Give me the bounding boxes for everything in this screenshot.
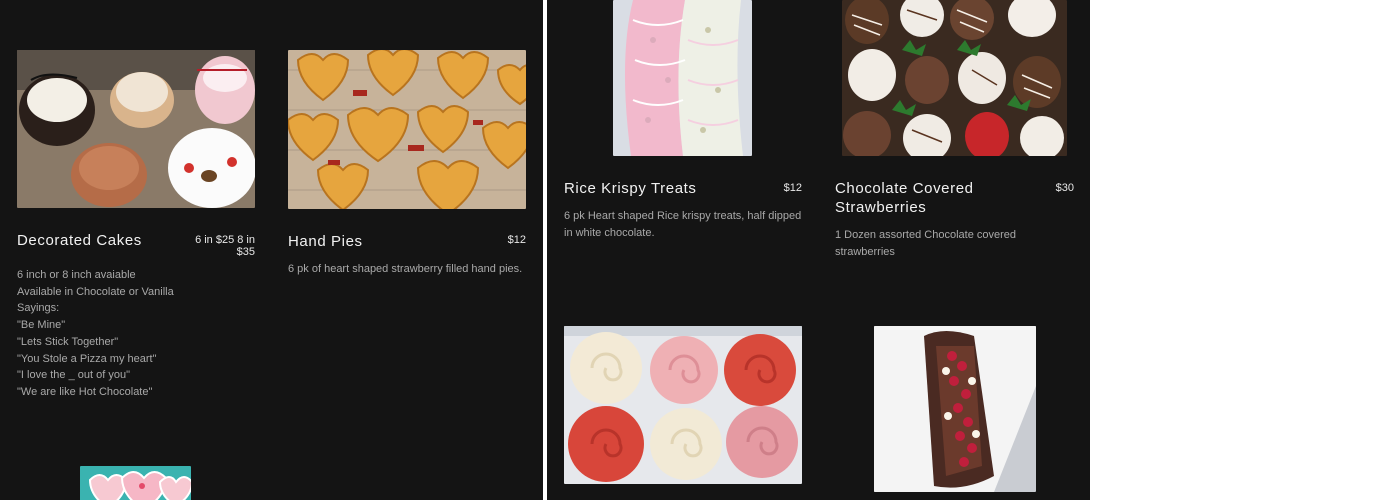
hand-pies-image[interactable] xyxy=(288,50,526,209)
rice-krispy-treats-image[interactable] xyxy=(613,0,752,156)
rice-krispy-treats-description: 6 pk Heart shaped Rice krispy treats, ha… xyxy=(564,210,802,239)
menu-item-chocolate-covered-strawberries[interactable]: Chocolate Covered Strawberries $30 1 Doz… xyxy=(819,0,1089,300)
chocolate-strawberries-title: Chocolate Covered Strawberries xyxy=(835,180,974,216)
decorated-cakes-price: 6 in $25 8 in $35 xyxy=(195,234,255,258)
decorated-cakes-image[interactable] xyxy=(17,50,255,208)
decorated-cakes-title: Decorated Cakes xyxy=(17,232,142,249)
heart-cookies-image[interactable] xyxy=(80,466,191,500)
hand-pies-description: 6 pk of heart shaped strawberry filled h… xyxy=(288,263,523,275)
menu-item-rice-krispy-treats[interactable]: Rice Krispy Treats $12 6 pk Heart shaped… xyxy=(547,0,817,300)
chocolate-strawberries-description: 1 Dozen assorted Chocolate covered straw… xyxy=(835,229,1016,258)
hand-pies-price: $12 xyxy=(507,234,526,246)
menu-panel-left: Decorated Cakes 6 in $25 8 in $35 6 inch… xyxy=(0,0,543,500)
decorated-cakes-description: 6 inch or 8 inch avaiable Available in C… xyxy=(17,269,174,398)
rice-krispy-treats-price: $12 xyxy=(783,182,802,194)
rice-krispy-treats-title: Rice Krispy Treats xyxy=(564,180,697,197)
menu-item-hand-pies[interactable]: Hand Pies $12 6 pk of heart shaped straw… xyxy=(272,0,542,420)
chocolate-strawberries-image[interactable] xyxy=(842,0,1067,156)
chocolate-strawberries-price: $30 xyxy=(1055,182,1074,194)
menu-panel-right: Rice Krispy Treats $12 6 pk Heart shaped… xyxy=(547,0,1090,500)
hand-pies-title: Hand Pies xyxy=(288,233,363,250)
chocolate-log-cake-image[interactable] xyxy=(874,326,1036,492)
cupcakes-image[interactable] xyxy=(564,326,802,484)
menu-item-decorated-cakes[interactable]: Decorated Cakes 6 in $25 8 in $35 6 inch… xyxy=(0,0,270,420)
